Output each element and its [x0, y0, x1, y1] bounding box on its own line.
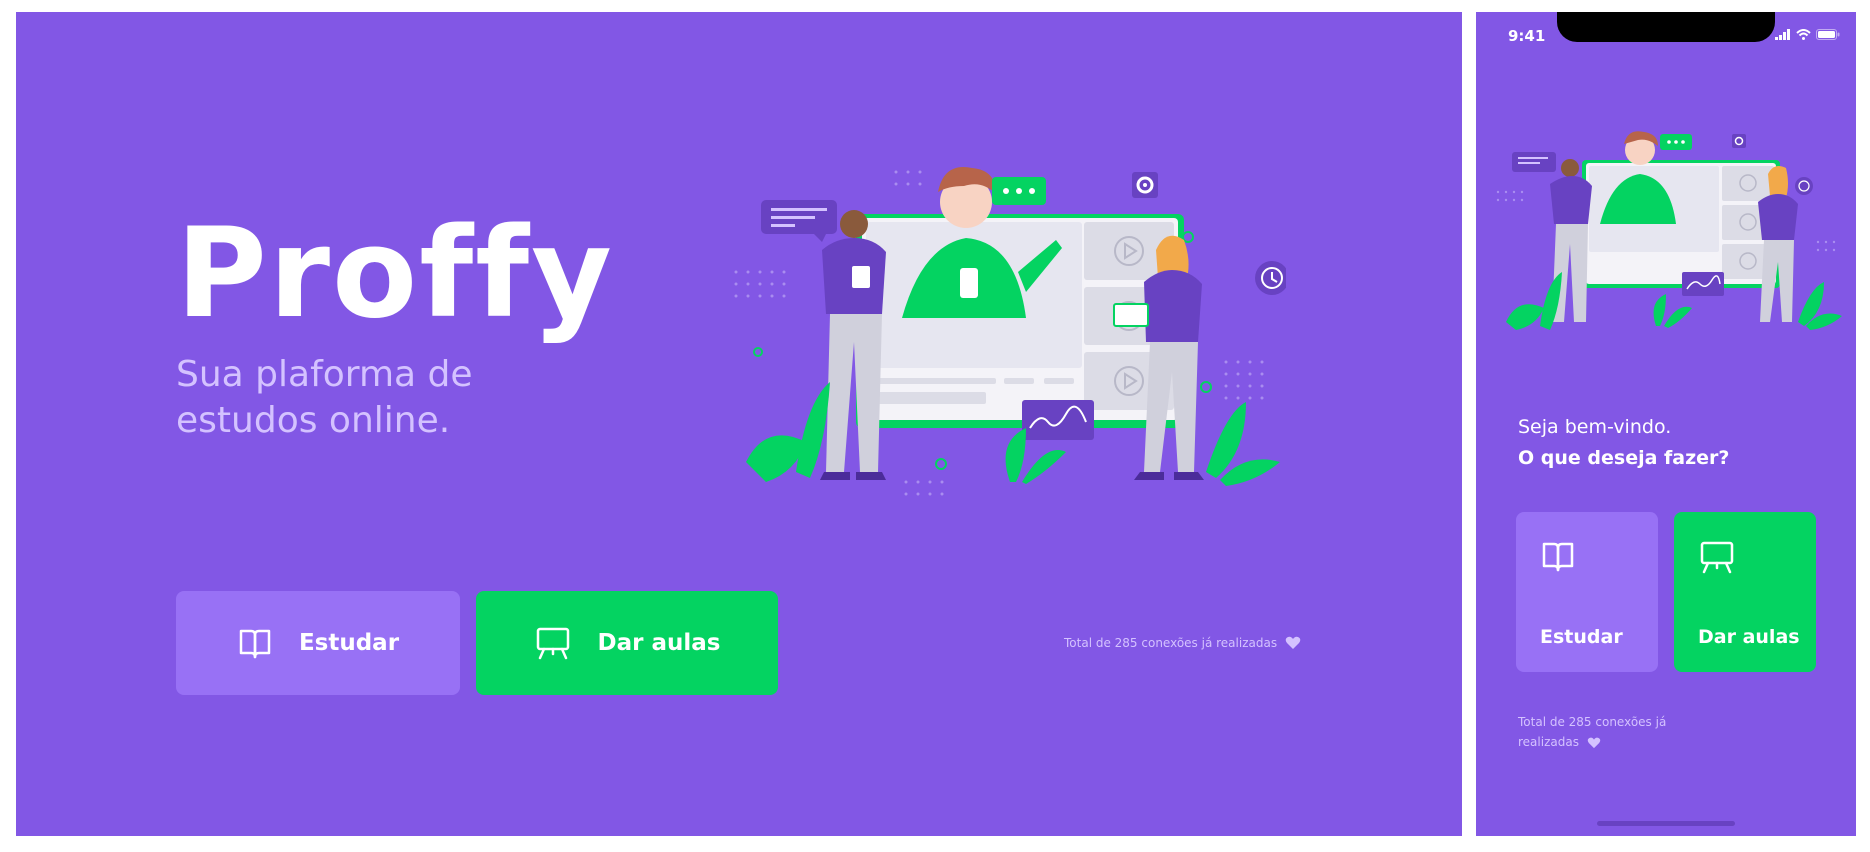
- typing-bubble-icon: [992, 177, 1046, 205]
- study-button[interactable]: Estudar: [176, 591, 460, 695]
- wifi-icon: [1796, 29, 1811, 40]
- home-indicator: [1597, 821, 1735, 826]
- chat-bubble-icon: [1512, 152, 1556, 172]
- teach-button-label: Dar aulas: [597, 630, 721, 656]
- mobile-hero-illustration: [1496, 131, 1842, 330]
- book-open-icon: [1542, 542, 1574, 572]
- mobile-teach-label: Dar aulas: [1698, 626, 1800, 648]
- chat-bubble-icon: [761, 200, 837, 242]
- hero-illustration: [734, 167, 1286, 496]
- mobile-study-label: Estudar: [1540, 626, 1623, 648]
- gear-icon: [1132, 172, 1158, 198]
- signal-icon: [1775, 29, 1790, 40]
- device-notch: [1557, 12, 1775, 42]
- heart-icon: [1587, 737, 1601, 748]
- student-figure-left: [820, 210, 886, 480]
- desktop-landing: Proffy Sua plaforma de estudos online. E…: [16, 12, 1462, 836]
- connections-text: Total de 285 conexões já realizadas: [1064, 636, 1278, 650]
- status-icons: [1775, 29, 1840, 40]
- presentation-board-icon: [1700, 541, 1734, 574]
- status-time: 9:41: [1508, 27, 1546, 45]
- mobile-landing: 9:41 Seja bem-vindo. O que deseja fazer?…: [1476, 12, 1856, 836]
- battery-icon: [1816, 29, 1840, 40]
- presentation-board-icon: [536, 627, 569, 660]
- app-logo: Proffy: [176, 202, 614, 346]
- heart-icon: [1285, 636, 1301, 649]
- welcome-message: Seja bem-vindo. O que deseja fazer?: [1518, 412, 1729, 474]
- book-open-icon: [239, 629, 271, 659]
- mobile-teach-button[interactable]: Dar aulas: [1674, 512, 1816, 672]
- teach-button[interactable]: Dar aulas: [476, 591, 778, 695]
- connections-counter: Total de 285 conexões já realizadas: [1064, 636, 1301, 650]
- graph-card: [1022, 400, 1094, 440]
- welcome-question: O que deseja fazer?: [1518, 447, 1730, 469]
- study-button-label: Estudar: [298, 630, 400, 656]
- welcome-text: Seja bem-vindo.: [1518, 416, 1672, 438]
- tagline: Sua plaforma de estudos online.: [176, 354, 473, 441]
- mobile-connections-counter: Total de 285 conexões já realizadas: [1518, 712, 1718, 752]
- mobile-study-button[interactable]: Estudar: [1516, 512, 1658, 672]
- clock-icon: [1255, 261, 1286, 295]
